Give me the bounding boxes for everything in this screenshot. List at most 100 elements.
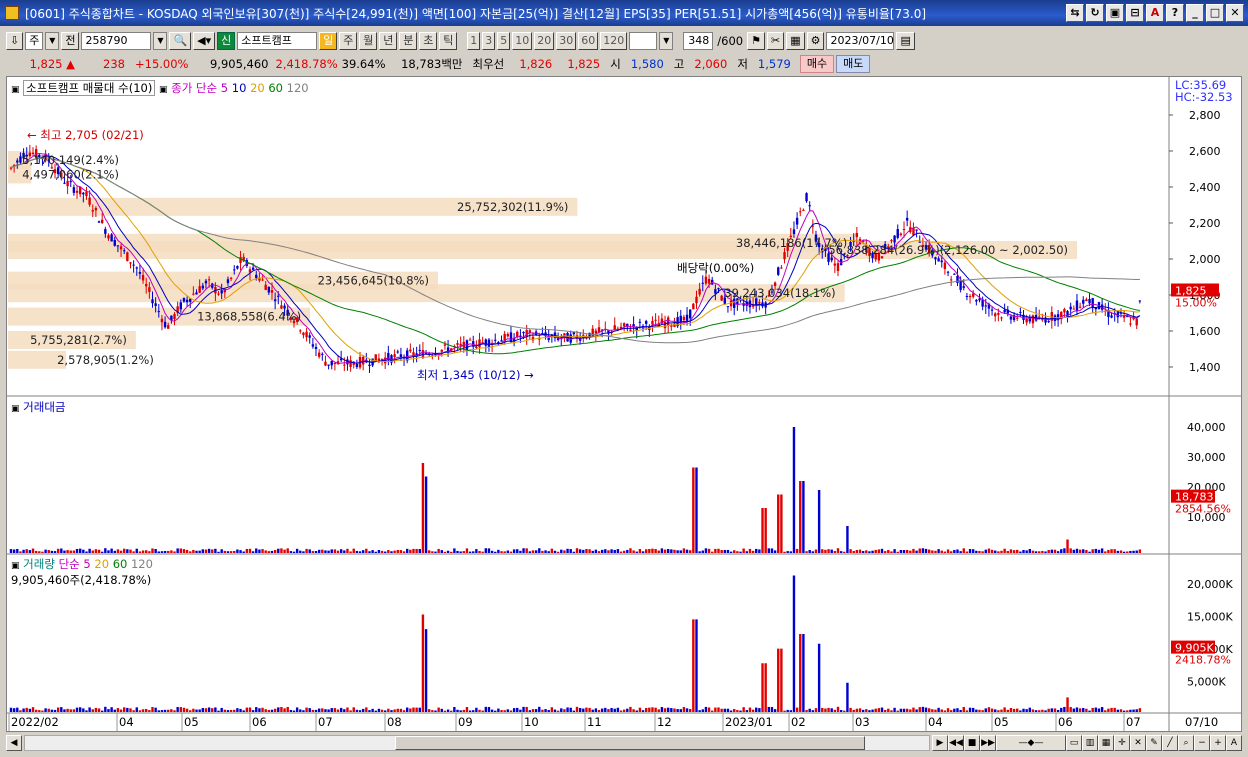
volume-bar [25, 707, 28, 712]
tile-icon[interactable]: ⊟ [1126, 4, 1144, 22]
speaker-icon[interactable]: ◀▾ [193, 32, 216, 50]
pane-icon[interactable]: ▣ [11, 561, 20, 571]
volume-bar [138, 710, 142, 712]
market-button[interactable]: 전 [61, 32, 80, 50]
volume-bar [1126, 710, 1129, 712]
grid-icon[interactable]: ▦ [1098, 735, 1114, 751]
amount-bar [66, 550, 69, 553]
amount-bar [494, 551, 497, 553]
interval-button[interactable]: 10 [512, 32, 533, 50]
period-week-button[interactable]: 주 [339, 32, 358, 50]
amount-bar [163, 550, 167, 553]
help-icon[interactable]: ? [1166, 4, 1184, 22]
draw-icon[interactable]: ✎ [1146, 735, 1162, 751]
pane-icon[interactable]: ▣ [11, 85, 20, 95]
maximize-button[interactable]: □ [1206, 4, 1224, 22]
speed-slider[interactable]: —◆— [996, 735, 1066, 751]
sell-button[interactable]: 매도 [836, 55, 871, 73]
split-icon[interactable]: ▥ [1082, 735, 1098, 751]
volume-bar [229, 709, 233, 712]
scroll-left-button[interactable]: ◀ [6, 735, 22, 751]
play-icon[interactable]: ▶ [932, 735, 948, 751]
line-icon[interactable]: ╱ [1162, 735, 1178, 751]
interval-button[interactable]: 120 [600, 32, 628, 50]
candle-body [940, 260, 943, 263]
amount-bar [211, 549, 214, 553]
candle-body [937, 258, 940, 262]
amount-bar [968, 549, 972, 553]
minimize-button[interactable]: _ [1186, 4, 1204, 22]
tools-icon[interactable]: ✂ [766, 32, 785, 50]
stock-code-input[interactable]: 258790 [81, 32, 152, 50]
cross-icon[interactable]: ✕ [1130, 735, 1146, 751]
chevron-down-icon[interactable]: ▼ [45, 32, 60, 50]
rewind-icon[interactable]: ◀◀ [948, 735, 964, 751]
calendar-icon[interactable]: ▤ [896, 32, 915, 50]
period-month-button[interactable]: 월 [359, 32, 378, 50]
zoom-in-icon[interactable]: + [1210, 735, 1226, 751]
amount-bar [490, 550, 494, 553]
link-icon[interactable]: ⇆ [1066, 4, 1084, 22]
close-button[interactable]: ✕ [1226, 4, 1244, 22]
buy-button[interactable]: 매수 [799, 55, 835, 73]
volume-ma-period: 20 [94, 557, 110, 571]
volume-bar [220, 707, 223, 712]
period-minute-button[interactable]: 분 [399, 32, 418, 50]
chevron-down-icon[interactable]: ▼ [153, 32, 168, 50]
amount-bar [597, 551, 601, 553]
period-day-button[interactable]: 일 [319, 32, 338, 50]
chevron-down-icon[interactable]: ▼ [659, 32, 674, 50]
data-count-input[interactable]: 348 [683, 32, 714, 50]
flag-icon[interactable]: ⚑ [747, 32, 765, 50]
period-year-button[interactable]: 년 [379, 32, 398, 50]
date-input[interactable]: 2023/07/10 [826, 32, 895, 50]
period-tick-button[interactable]: 틱 [439, 32, 458, 50]
pin-icon[interactable]: ⇩ [6, 32, 24, 50]
candle-body [783, 252, 786, 260]
candle-body [905, 217, 909, 221]
volume-bar [412, 707, 415, 712]
period-second-button[interactable]: 초 [419, 32, 438, 50]
period-unit-select[interactable]: 주 [25, 32, 44, 50]
scroll-thumb[interactable] [395, 736, 865, 750]
interval-button[interactable]: 1 [467, 32, 481, 50]
interval-button[interactable]: 20 [534, 32, 555, 50]
save-icon[interactable]: ▦ [786, 32, 805, 50]
volume-bar [1028, 707, 1031, 712]
search-icon[interactable]: 🔍 [169, 32, 192, 50]
alert-icon[interactable]: A [1146, 4, 1164, 22]
text-icon[interactable]: A [1226, 735, 1242, 751]
gear-icon[interactable]: ⚙ [806, 32, 825, 50]
interval-input[interactable] [629, 32, 658, 50]
amount-bar [248, 548, 252, 553]
interval-button[interactable]: 5 [497, 32, 511, 50]
interval-button[interactable]: 30 [556, 32, 577, 50]
amount-bar [286, 548, 289, 553]
refresh-icon[interactable]: ↻ [1086, 4, 1104, 22]
amount-bar [843, 551, 846, 553]
pane-icon[interactable]: ▣ [11, 404, 20, 414]
interval-button[interactable]: 60 [578, 32, 599, 50]
zoom-out-icon[interactable]: − [1194, 735, 1210, 751]
amount-bar [626, 549, 629, 553]
volume-bar [339, 707, 343, 712]
stop-icon[interactable]: ■ [964, 735, 980, 751]
layout-icon[interactable]: ▭ [1066, 735, 1082, 751]
window-icon[interactable]: ▣ [1106, 4, 1124, 22]
amount-bar [676, 550, 679, 553]
horizontal-scrollbar[interactable] [24, 735, 930, 751]
chart-canvas[interactable]: 2,8002,6002,4002,2002,0001,8001,6001,400… [7, 77, 1241, 731]
volume-bar [349, 710, 352, 712]
volume-bar [745, 710, 748, 712]
crosshair-icon[interactable]: ✛ [1114, 735, 1130, 751]
amount-bar [890, 551, 893, 553]
volume-pane-title: 거래량 [23, 557, 55, 571]
volume-bar [1135, 709, 1138, 712]
chart-area[interactable]: 2,8002,6002,4002,2002,0001,8001,6001,400… [6, 76, 1242, 732]
zoom-icon[interactable]: ⌕ [1178, 735, 1194, 751]
pane-icon[interactable]: ▣ [159, 85, 168, 95]
volume-bar [56, 707, 60, 712]
interval-button[interactable]: 3 [482, 32, 496, 50]
amount-bar [264, 550, 267, 553]
fast-forward-icon[interactable]: ▶▶ [980, 735, 996, 751]
